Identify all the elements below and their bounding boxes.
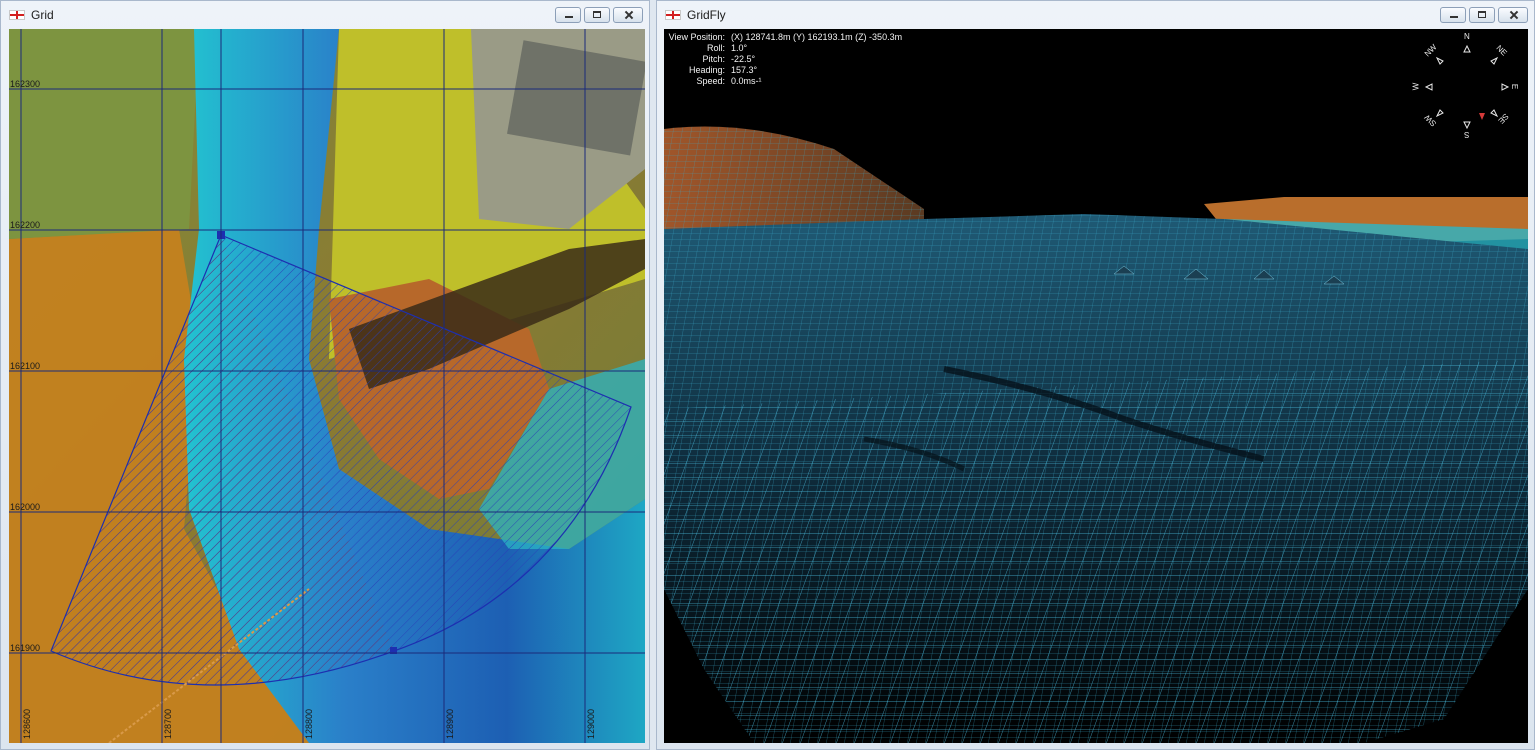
x-tick-label: 128900 [445, 708, 455, 739]
grid-titlebar[interactable]: Grid [1, 1, 649, 29]
y-tick-label: 162000 [10, 502, 41, 512]
grid-map-view[interactable]: 162300 162200 162100 162000 161900 12860… [9, 29, 645, 743]
heading-indicator-icon [1479, 113, 1485, 120]
hud-readout: View Position: (X) 128741.8m (Y) 162193.… [667, 32, 902, 87]
speed-value: 0.0ms-¹ [731, 76, 762, 86]
roll-value: 1.0° [731, 43, 748, 53]
heading-value: 157.3° [731, 65, 758, 75]
x-tick-label: 128600 [22, 708, 32, 739]
heading-label: Heading: [688, 65, 725, 75]
compass-n-label: N [1464, 32, 1470, 41]
x-tick-label: 128800 [304, 708, 314, 739]
terrain-mesh-canvas[interactable] [664, 29, 1528, 743]
compass-w-label: W [1411, 82, 1421, 91]
maximize-button[interactable] [1469, 7, 1495, 23]
y-tick-label: 162300 [10, 79, 41, 89]
app-flag-icon [665, 10, 681, 20]
view-position-label: View Position: [668, 32, 725, 42]
pitch-value: -22.5° [731, 54, 756, 64]
compass-s-label: S [1464, 130, 1470, 139]
x-tick-label: 129000 [586, 708, 596, 739]
grid-map-canvas[interactable] [9, 29, 645, 743]
field-northwest [9, 29, 199, 239]
speed-label: Speed: [696, 76, 725, 86]
minimize-button[interactable] [555, 7, 581, 23]
minimize-button[interactable] [1440, 7, 1466, 23]
y-tick-label: 162200 [10, 220, 41, 230]
y-tick-label: 162100 [10, 361, 41, 371]
gridfly-window-title: GridFly [687, 8, 726, 22]
terrain-mesh-near [664, 359, 1528, 743]
gridfly-3d-view[interactable]: View Position: (X) 128741.8m (Y) 162193.… [664, 29, 1528, 743]
grid-window: Grid 162300 162200 162100 162000 161900 … [0, 0, 650, 750]
gridfly-titlebar[interactable]: GridFly [657, 1, 1534, 29]
pitch-label: Pitch: [702, 54, 725, 64]
compass-e-label: E [1510, 83, 1520, 90]
grid-window-title: Grid [31, 8, 54, 22]
close-button[interactable] [613, 7, 643, 23]
compass-rose[interactable]: N NE E SE S SW W NW [1411, 32, 1522, 142]
y-tick-label: 161900 [10, 643, 41, 653]
maximize-button[interactable] [584, 7, 610, 23]
x-tick-label: 128700 [163, 708, 173, 739]
close-button[interactable] [1498, 7, 1528, 23]
roll-label: Roll: [706, 43, 725, 53]
app-flag-icon [9, 10, 25, 20]
gridfly-window: GridFly View Position: (X) 128741.8m (Y)… [656, 0, 1535, 750]
view-position-value: (X) 128741.8m (Y) 162193.1m (Z) -350.3m [731, 32, 903, 42]
